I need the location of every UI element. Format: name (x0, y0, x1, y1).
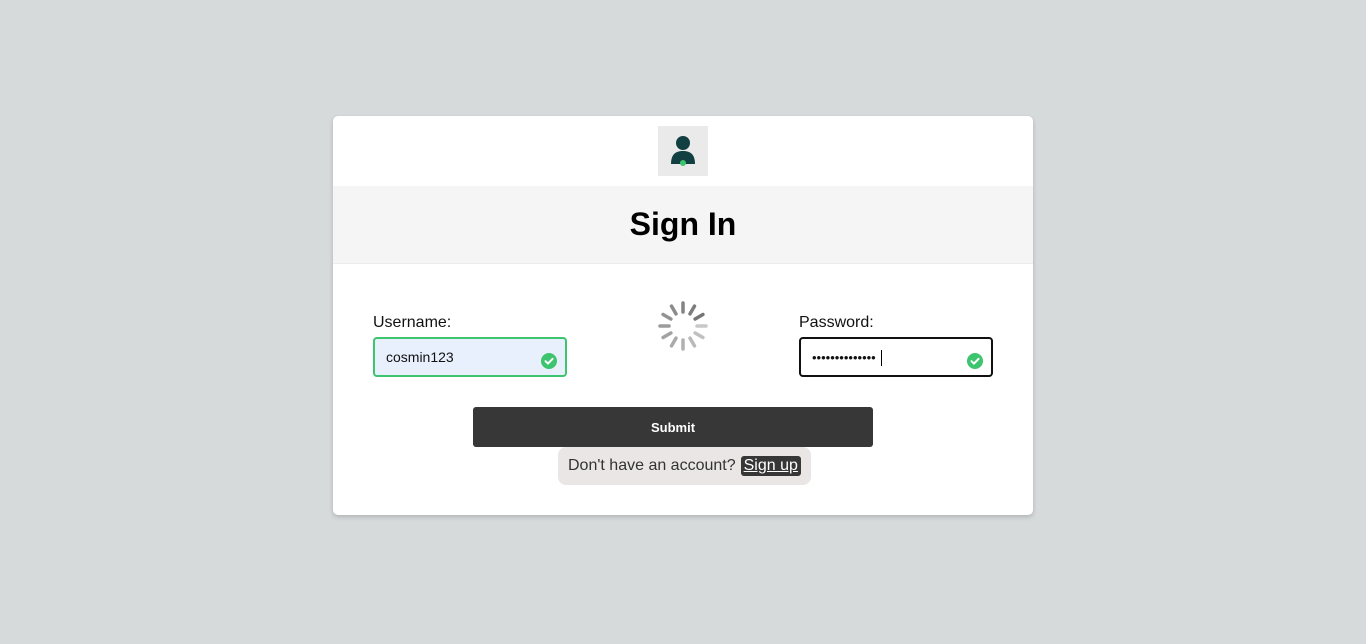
username-input[interactable] (375, 339, 565, 375)
signup-prompt-text: Don't have an account? (568, 457, 736, 474)
user-avatar-icon (658, 126, 708, 176)
spinner-spoke (661, 312, 673, 321)
spinner-spoke (661, 331, 673, 340)
signup-link[interactable]: Sign up (740, 456, 801, 476)
spinner-spoke (669, 336, 678, 348)
spinner-spoke (688, 336, 697, 348)
signup-prompt: Don't have an account? Sign up (558, 447, 811, 485)
check-circle-icon (541, 353, 557, 369)
spinner-spoke (688, 304, 697, 316)
sign-in-card: Sign In Username: Password: Submit Don't… (333, 116, 1033, 515)
loading-spinner-icon (658, 301, 708, 351)
spinner-spoke (693, 312, 705, 321)
password-field-wrapper (799, 337, 993, 377)
password-input[interactable] (801, 339, 991, 375)
username-label: Username: (373, 314, 452, 331)
username-field-wrapper (373, 337, 567, 377)
text-caret (881, 350, 882, 366)
spinner-spoke (669, 304, 678, 316)
submit-button[interactable]: Submit (473, 407, 873, 447)
spinner-spoke (693, 331, 705, 340)
title-bar: Sign In (333, 186, 1033, 264)
page-title: Sign In (629, 206, 737, 242)
check-circle-icon (967, 353, 983, 369)
password-label: Password: (799, 314, 874, 331)
